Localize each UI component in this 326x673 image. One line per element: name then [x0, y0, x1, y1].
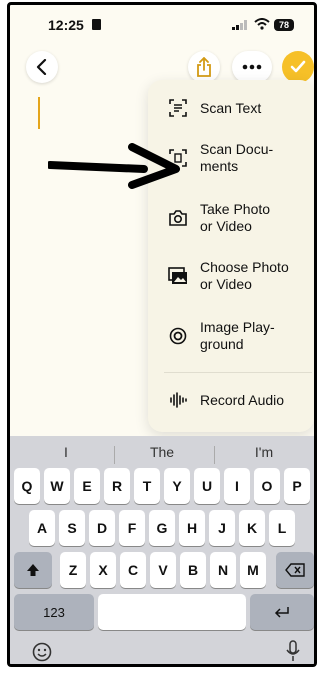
key-r[interactable]: R — [104, 468, 130, 504]
suggestion-divider — [114, 446, 115, 464]
key-b[interactable]: B — [180, 552, 206, 588]
menu-item-choose-photo[interactable]: Choose Photo or Video — [148, 256, 314, 296]
key-j[interactable]: J — [209, 510, 235, 546]
ellipsis-icon — [242, 64, 262, 70]
menu-item-image-playground[interactable]: Image Play- ground — [148, 316, 314, 356]
status-time: 12:25 — [48, 17, 84, 33]
space-key[interactable] — [98, 594, 246, 630]
keyboard: I The I'm QWERTYUIOP ASDFGHJKL ZXCVBNM 1… — [10, 436, 314, 664]
menu-item-label: Choose Photo or Video — [200, 259, 289, 292]
key-z[interactable]: Z — [60, 552, 86, 588]
text-cursor[interactable] — [38, 97, 40, 129]
key-m[interactable]: M — [240, 552, 266, 588]
menu-item-label: Image Play- ground — [200, 319, 275, 352]
chevron-left-icon — [36, 59, 47, 75]
key-p[interactable]: P — [284, 468, 310, 504]
key-i[interactable]: I — [224, 468, 250, 504]
share-icon — [197, 57, 211, 77]
share-button[interactable] — [188, 51, 220, 83]
backspace-icon — [285, 563, 305, 577]
backspace-key[interactable] — [276, 552, 314, 588]
key-c[interactable]: C — [120, 552, 146, 588]
key-q[interactable]: Q — [14, 468, 40, 504]
menu-item-label: Take Photo or Video — [200, 201, 271, 234]
waveform-icon — [168, 390, 188, 410]
sim-icon — [92, 19, 101, 30]
image-playground-icon — [168, 326, 188, 346]
key-a[interactable]: A — [29, 510, 55, 546]
emoji-icon[interactable] — [32, 642, 52, 664]
battery-icon: 78 — [274, 19, 294, 31]
menu-item-scan-text[interactable]: Scan Text — [148, 94, 314, 122]
key-v[interactable]: V — [150, 552, 176, 588]
photo-library-icon — [168, 266, 188, 286]
key-u[interactable]: U — [194, 468, 220, 504]
annotation-arrow — [48, 143, 180, 189]
menu-item-record-audio[interactable]: Record Audio — [148, 386, 314, 414]
return-icon — [274, 607, 289, 618]
checkmark-icon — [290, 60, 306, 73]
signal-icon — [232, 20, 247, 30]
key-d[interactable]: D — [89, 510, 115, 546]
key-g[interactable]: G — [149, 510, 175, 546]
numbers-key[interactable]: 123 — [14, 594, 94, 630]
scan-text-icon — [168, 98, 188, 118]
key-k[interactable]: K — [239, 510, 265, 546]
key-o[interactable]: O — [254, 468, 280, 504]
key-h[interactable]: H — [179, 510, 205, 546]
status-bar: 12:25 78 — [10, 5, 314, 45]
microphone-icon[interactable] — [286, 640, 300, 664]
key-w[interactable]: W — [44, 468, 70, 504]
shift-key[interactable] — [14, 552, 52, 588]
key-e[interactable]: E — [74, 468, 100, 504]
suggestion-2[interactable]: The — [122, 444, 202, 460]
more-button[interactable] — [232, 51, 272, 83]
key-t[interactable]: T — [134, 468, 160, 504]
key-x[interactable]: X — [90, 552, 116, 588]
menu-item-label: Scan Text — [200, 99, 262, 116]
key-s[interactable]: S — [59, 510, 85, 546]
done-button[interactable] — [282, 51, 314, 83]
attachment-menu: Scan Text Scan Docu- ments Take Photo or… — [148, 80, 314, 432]
menu-divider — [164, 372, 312, 373]
back-button[interactable] — [26, 51, 58, 83]
key-n[interactable]: N — [210, 552, 236, 588]
suggestion-1[interactable]: I — [26, 444, 106, 460]
shift-icon — [27, 564, 39, 576]
return-key[interactable] — [250, 594, 314, 630]
menu-item-take-photo[interactable]: Take Photo or Video — [148, 198, 314, 238]
key-l[interactable]: L — [269, 510, 295, 546]
menu-item-label: Record Audio — [200, 391, 285, 408]
suggestion-divider — [214, 446, 215, 464]
key-y[interactable]: Y — [164, 468, 190, 504]
key-f[interactable]: F — [119, 510, 145, 546]
wifi-icon — [254, 17, 270, 33]
menu-item-label: Scan Docu- ments — [200, 141, 274, 174]
camera-icon — [168, 208, 188, 228]
suggestion-3[interactable]: I'm — [224, 444, 304, 460]
phone-screen: 12:25 78 Scan Text Scan Docu- ments Take… — [7, 2, 317, 667]
